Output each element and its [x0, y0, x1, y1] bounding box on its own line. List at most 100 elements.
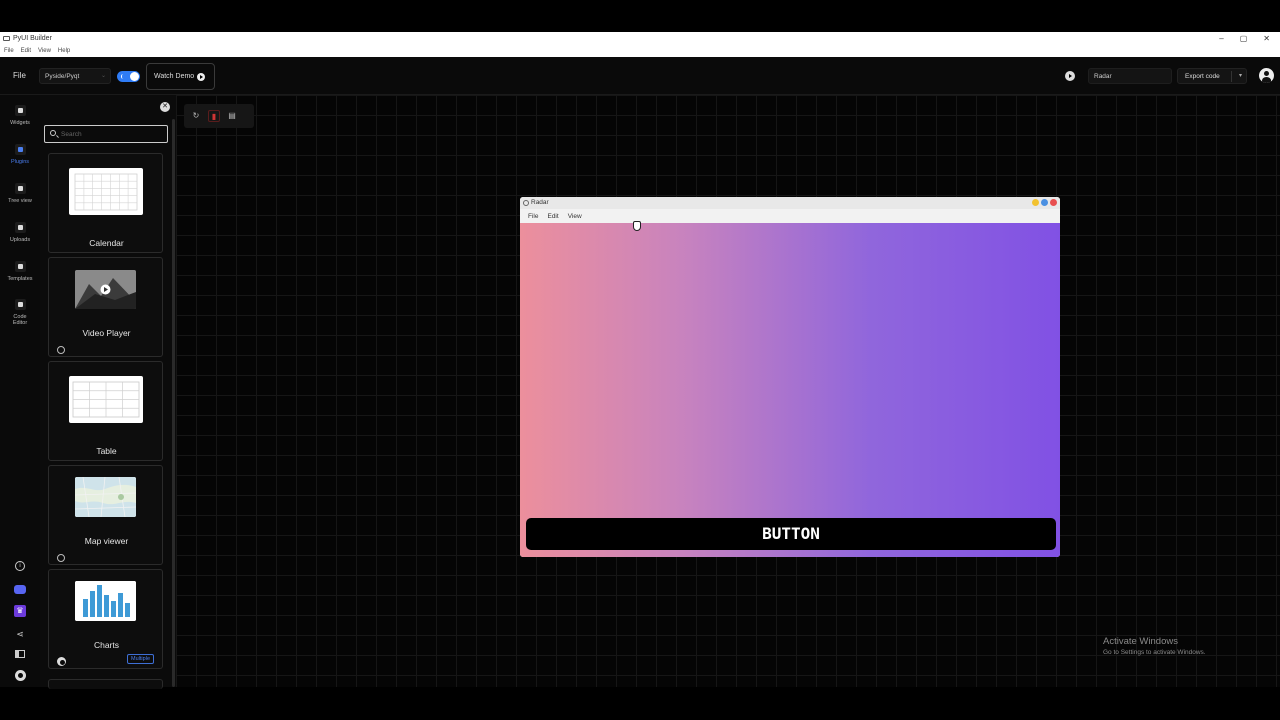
premium-crown-icon: ♛ [14, 605, 26, 617]
map-icon [75, 477, 136, 517]
chevron-down-icon: ⌄ [100, 73, 106, 79]
os-title-bar: PyUI Builder – ▢ ✕ [0, 32, 1280, 45]
docs-button[interactable] [12, 648, 28, 660]
plugin-card-label: Charts [93, 640, 120, 650]
rail-code-editor[interactable]: Code Editor [0, 299, 40, 326]
delete-icon[interactable]: ▮ [208, 110, 220, 122]
info-button[interactable]: i [12, 560, 28, 572]
preview-title-bar: Radar [520, 197, 1060, 209]
preview-menu-bar: File Edit View [520, 209, 1060, 223]
github-icon [14, 669, 26, 681]
app-toolbar: File Pyside/Pyqt ⌄ Watch Demo Radar Expo… [0, 57, 1280, 95]
share-icon: ⋖ [16, 628, 24, 639]
play-icon [197, 72, 206, 81]
canvas-toolbar: ↻ ▮ ▤ [184, 104, 254, 128]
panel-scrollbar[interactable] [172, 119, 175, 687]
project-name-field[interactable]: Radar [1088, 68, 1172, 84]
theme-toggle[interactable] [117, 71, 140, 82]
preview-menu-file[interactable]: File [528, 213, 538, 220]
preview-gradient-frame[interactable]: BUTTON [520, 223, 1060, 557]
calendar-grid-icon [74, 173, 138, 211]
rail-widgets[interactable]: Widgets [0, 105, 40, 126]
keyboard-icon[interactable]: ▤ [226, 110, 238, 122]
export-options-chevron-icon[interactable]: ▾ [1239, 72, 1242, 79]
framework-select[interactable]: Pyside/Pyqt ⌄ [39, 68, 111, 84]
rail-templates[interactable]: Templates [0, 261, 40, 282]
upload-icon [14, 222, 26, 233]
app-root: PyUI Builder – ▢ ✕ File Edit View Help F… [0, 0, 1280, 720]
plugin-card-partial[interactable] [48, 679, 163, 689]
plugins-panel: ✕ Calendar [40, 95, 176, 689]
export-code-button[interactable]: Export code ▾ [1177, 68, 1247, 84]
plugin-search[interactable] [44, 125, 168, 143]
info-icon: i [15, 561, 25, 571]
plugin-card-video-player[interactable]: Video Player [48, 257, 163, 357]
preview-menu-edit[interactable]: Edit [547, 213, 558, 220]
close-window-button[interactable]: ✕ [1263, 34, 1270, 43]
discord-button[interactable] [12, 583, 28, 595]
rail-tree-view[interactable]: Tree view [0, 183, 40, 204]
discord-icon [14, 584, 26, 594]
rail-label: Widgets [10, 120, 30, 126]
docs-book-icon [15, 650, 25, 658]
close-panel-icon[interactable]: ✕ [160, 102, 170, 112]
toggle-knob [130, 72, 139, 81]
window-title: PyUI Builder [13, 35, 52, 42]
map-thumbnail [75, 477, 136, 517]
calendar-thumbnail [69, 168, 143, 215]
activate-line-2: Go to Settings to activate Windows. [1103, 649, 1206, 656]
plugin-card-label: Calendar [89, 238, 124, 248]
plugins-icon [14, 144, 26, 155]
menu-view[interactable]: View [38, 48, 51, 54]
minimize-dot[interactable] [1032, 199, 1039, 206]
rail-label: Templates [7, 276, 33, 282]
plugin-card-table[interactable]: Table [48, 361, 163, 461]
maximize-button[interactable]: ▢ [1240, 34, 1248, 43]
watch-demo-label: Watch Demo [154, 73, 195, 80]
run-preview-button[interactable] [1065, 71, 1075, 81]
preview-menu-view[interactable]: View [568, 213, 582, 220]
close-dot[interactable] [1050, 199, 1057, 206]
tree-view-icon [14, 183, 26, 194]
plugin-card-label: Video Player [82, 328, 131, 338]
minimize-button[interactable]: – [1219, 34, 1223, 43]
table-thumbnail [69, 376, 143, 423]
web-globe-icon [57, 346, 65, 354]
code-editor-icon [14, 299, 26, 310]
preview-window-controls [1032, 199, 1057, 206]
rail-label: Uploads [9, 237, 31, 243]
os-menu-bar: File Edit View Help [0, 45, 1280, 57]
window-controls: – ▢ ✕ [1219, 32, 1270, 45]
plugin-card-label: Table [96, 446, 117, 456]
share-button[interactable]: ⋖ [12, 628, 28, 640]
templates-icon [14, 261, 26, 272]
maximize-dot[interactable] [1041, 199, 1048, 206]
search-input[interactable] [61, 129, 161, 140]
github-button[interactable] [12, 669, 28, 681]
framework-value: Pyside/Pyqt [45, 73, 80, 80]
rail-uploads[interactable]: Uploads [0, 222, 40, 243]
premium-button[interactable]: ♛ [12, 605, 28, 617]
mountain-image-icon [75, 270, 136, 309]
preview-app-icon [523, 200, 529, 206]
hand-cursor-icon [633, 221, 641, 231]
refresh-icon[interactable]: ↻ [190, 110, 202, 122]
plugin-card-label: Map viewer [84, 536, 129, 546]
rail-plugins[interactable]: Plugins [0, 144, 40, 165]
preview-window[interactable]: Radar File Edit View BUTTON [520, 197, 1060, 557]
menu-file[interactable]: File [4, 48, 14, 54]
user-avatar-icon[interactable] [1259, 68, 1274, 83]
export-code-label: Export code [1185, 73, 1220, 80]
moon-icon [121, 74, 125, 79]
menu-help[interactable]: Help [58, 48, 70, 54]
preview-button[interactable]: BUTTON [526, 518, 1056, 550]
watch-demo-button[interactable]: Watch Demo [146, 63, 215, 90]
table-grid-icon [72, 381, 140, 418]
plugin-card-charts[interactable]: Charts Multiple [48, 569, 163, 669]
plugin-card-calendar[interactable]: Calendar [48, 153, 163, 253]
plugin-card-map-viewer[interactable]: Map viewer [48, 465, 163, 565]
activate-windows-watermark: Activate Windows Go to Settings to activ… [1103, 636, 1206, 656]
multiple-badge: Multiple [127, 654, 154, 664]
menu-edit[interactable]: Edit [21, 48, 31, 54]
file-menu[interactable]: File [13, 71, 26, 80]
